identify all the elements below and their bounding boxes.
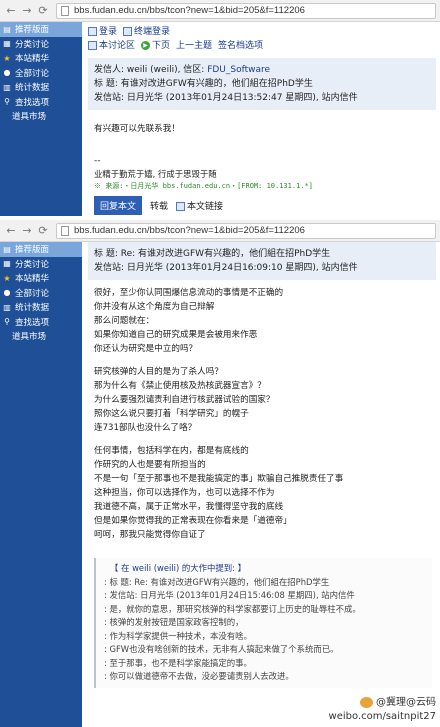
sign-options-link[interactable]: 签名档选项 [218,39,263,53]
source-line: ※ 来源:・日月光华 bbs.fudan.edu.cn・[FROM: 10.13… [94,182,313,190]
post-content: 标 题: Re: 有谁对改进GFW有兴趣的，他们組在招PhD学生 发信站: 日月… [84,242,440,727]
back-arrow-icon[interactable]: ← [4,3,18,19]
terminal-login-link[interactable]: 终端登录 [123,25,170,39]
browser-toolbar: ← → ⟳ bbs.fudan.edu.cn/bbs/tcon?new=1&bi… [0,220,440,242]
category-icon: ▦ [3,259,11,269]
forward-arrow-icon[interactable]: → [20,223,34,239]
reply-button[interactable]: 回复本文 [94,196,143,215]
board-link[interactable]: FDU_Software [207,65,270,75]
sidebar-item-category[interactable]: ▦ 分类讨论 [0,257,82,272]
post-content: 登录 终端登录 本讨论区 ▶ 下页 上一主题 签名档选项 发信人: weili (… [84,22,440,216]
sidebar-item-stats[interactable]: ▥ 统计数据 [0,300,82,315]
page-icon [61,5,69,16]
next-page-link[interactable]: ▶ 下页 [141,39,170,53]
star-icon: ★ [3,53,11,63]
terminal-icon [123,27,133,36]
sidebar-item-market[interactable]: 道具市场 [0,329,82,344]
browser-window-top: ← → ⟳ bbs.fudan.edu.cn/bbs/tcon?new=1&bi… [0,0,440,216]
weibo-logo-icon [360,696,373,708]
post-site: 发信站: 日月光华 (2013年01月24日13:52:47 星期四), 站内信… [94,93,358,103]
quote-line: : 你可以做道德帝不去做，没必要谴责别人去改进。 [104,671,294,681]
sidebar-item-all[interactable]: ● 全部讨论 [0,286,82,301]
post-title: 标 题: Re: 有谁对改进GFW有兴趣的，他们組在招PhD学生 [94,249,331,259]
address-bar[interactable]: bbs.fudan.edu.cn/bbs/tcon?new=1&bid=205&… [56,222,436,239]
category-icon: ▦ [3,39,11,49]
recommend-icon: ▤ [3,24,11,34]
sidebar-item-category[interactable]: ▦ 分类讨论 [0,37,82,52]
post-body: 有兴趣可以先联系我！ [94,124,180,134]
url-text: bbs.fudan.edu.cn/bbs/tcon?new=1&bid=205&… [74,5,305,16]
reload-icon[interactable]: ⟳ [36,223,50,239]
all-discussions-icon: ● [3,68,11,78]
link-icon [176,202,186,211]
top-links: 登录 终端登录 本讨论区 ▶ 下页 上一主题 签名档选项 [84,22,440,56]
forward-link[interactable]: 转载 [150,199,168,212]
post-actions: 回复本文 转载 本文链接 [94,196,430,215]
login-icon [88,27,97,36]
stats-icon: ▥ [3,302,11,312]
browser-window-bottom: ← → ⟳ bbs.fudan.edu.cn/bbs/tcon?new=1&bi… [0,216,440,727]
signature: 业精于勤荒于嬉, 行成于思毁于随 [94,169,217,179]
sidebar-item-search[interactable]: ⚲ 查找选项 [0,95,82,110]
signature-separator: -- [94,156,101,166]
address-bar[interactable]: bbs.fudan.edu.cn/bbs/tcon?new=1&bid=205&… [56,2,436,19]
recommend-icon: ▤ [3,244,11,254]
sidebar-item-highlights[interactable]: ★ 本站精华 [0,271,82,286]
reload-icon[interactable]: ⟳ [36,3,50,19]
sender-line: 发信人: weili (weili), 信区: [94,65,208,75]
search-icon: ⚲ [4,317,10,327]
sidebar-item-recommend[interactable]: ▤ 推荐版面 [0,242,82,257]
stats-icon: ▥ [3,82,11,92]
quote-line: : 至于那事，也不是科学家能搞定的事。 [104,657,252,668]
sidebar-item-market[interactable]: 道具市场 [0,109,82,124]
sidebar-item-all[interactable]: ● 全部讨论 [0,66,82,81]
post-body: 很好，至少你认同围爆信息流动的事情是不正确的 你并没有从这个角度为自己辩解 那么… [94,288,344,540]
quote-line: : GFW也没有啥创新的技术，无非有人搞起来做了个系统而已。 [104,644,339,654]
sidebar: ▤ 推荐版面 ▦ 分类讨论 ★ 本站精华 ● 全部讨论 ▥ 统计数据 ⚲ 查找选… [0,242,82,727]
sidebar: ▤ 推荐版面 ▦ 分类讨论 ★ 本站精华 ● 全部讨论 ▥ 统计数据 ⚲ 查找选… [0,22,82,216]
quote-line: : 是，就你的意思，那研究核弹的科学家都要订上历史的耻辱柱不成。 [104,603,361,614]
browser-toolbar: ← → ⟳ bbs.fudan.edu.cn/bbs/tcon?new=1&bi… [0,0,440,22]
quote-header: 【 在 weili (weili) 的大作中提到: 】 [110,563,247,573]
text-link[interactable]: 本文链接 [176,199,223,212]
url-text: bbs.fudan.edu.cn/bbs/tcon?new=1&bid=205&… [74,225,305,236]
login-link[interactable]: 登录 [88,25,117,39]
quote-line: : 作为科学家提供一种技术，本没有啥。 [104,630,252,641]
post-header: 标 题: Re: 有谁对改进GFW有兴趣的，他们組在招PhD学生 发信站: 日月… [88,242,436,280]
quoted-post: 【 在 weili (weili) 的大作中提到: 】 : 标 题: Re: 有… [94,558,432,688]
back-arrow-icon[interactable]: ← [4,223,18,239]
home-icon [88,41,97,50]
star-icon: ★ [3,273,11,283]
quote-line: : 发信站: 日月光华 (2013年01月24日15:46:08 星期四), 站… [104,590,355,600]
post-title: 标 题: 有谁对改进GFW有兴趣的，他们組在招PhD学生 [94,79,313,89]
post-site: 发信站: 日月光华 (2013年01月24日16:09:10 星期四), 站内信… [94,263,358,273]
quote-line: : 核弹的发射按钮是国家政客控制的， [104,617,244,627]
post-header: 发信人: weili (weili), 信区: FDU_Software 标 题… [88,58,436,110]
forward-arrow-icon[interactable]: → [20,3,34,19]
board-discuss-link[interactable]: 本讨论区 [88,39,135,53]
search-icon: ⚲ [4,97,10,107]
page-icon [61,225,69,236]
sidebar-item-search[interactable]: ⚲ 查找选项 [0,315,82,330]
all-discussions-icon: ● [3,288,11,298]
next-page-icon: ▶ [141,41,151,50]
quote-line: : 标 题: Re: 有谁对改进GFW有兴趣的，他们組在招PhD学生 [104,576,330,587]
prev-topic-link[interactable]: 上一主题 [176,39,212,53]
sidebar-item-recommend[interactable]: ▤ 推荐版面 [0,22,82,37]
sidebar-item-stats[interactable]: ▥ 统计数据 [0,80,82,95]
weibo-watermark: @冀理@云码 weibo.com/saitnpit27 [328,696,436,722]
sidebar-item-highlights[interactable]: ★ 本站精华 [0,51,82,66]
